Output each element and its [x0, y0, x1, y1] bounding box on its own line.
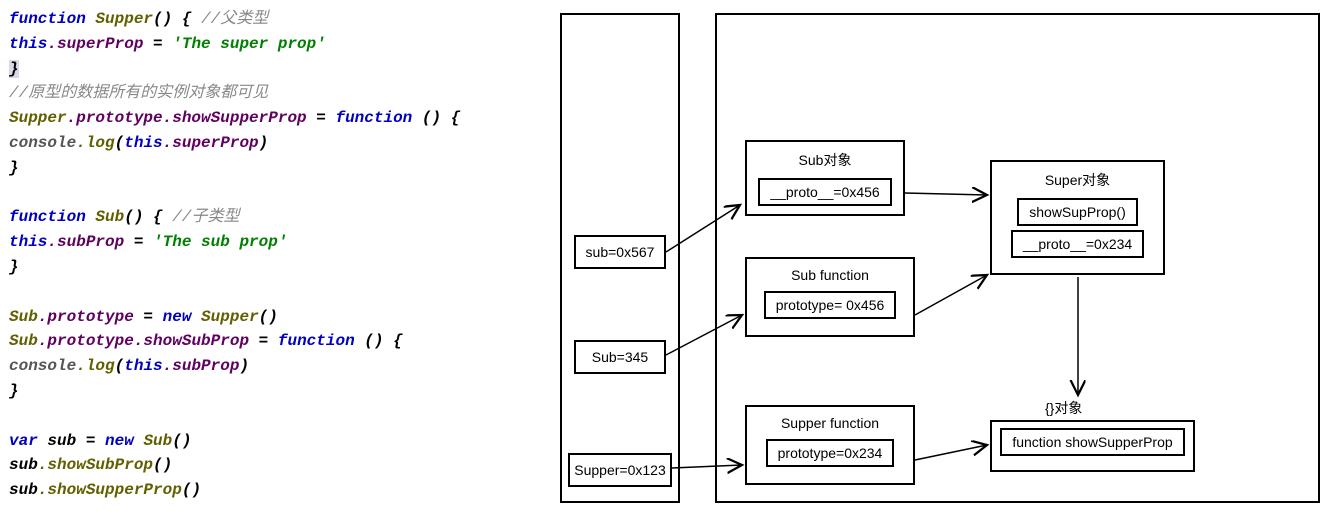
box-title: Super对象 [1045, 170, 1110, 190]
kw: function [9, 10, 86, 28]
kw: function [335, 109, 412, 127]
stack-Supper: Supper=0x123 [568, 453, 672, 487]
var: sub [9, 481, 38, 499]
proto-slot: __proto__=0x234 [1011, 230, 1144, 258]
op: = [76, 432, 105, 450]
empty-object-box: function showSupperProp [990, 420, 1195, 472]
box-title: Sub function [791, 267, 869, 283]
this: this [124, 134, 162, 152]
box-title: Sub对象 [799, 150, 852, 170]
label: sub=0x567 [586, 244, 655, 260]
prototype-slot: prototype=0x234 [766, 439, 895, 467]
kw: new [105, 432, 134, 450]
kw: function [9, 208, 86, 226]
p: () [182, 481, 201, 499]
p: ) [239, 357, 249, 375]
obj: console [9, 357, 76, 375]
super-object-box: Super对象 showSupProp() __proto__=0x234 [990, 160, 1165, 275]
punct: () { [355, 332, 403, 350]
this: this [124, 357, 162, 375]
box-title: Supper function [781, 415, 879, 431]
prop: .prototype [67, 109, 163, 127]
p: ( [115, 134, 125, 152]
op: = [124, 233, 153, 251]
proto-slot: __proto__=0x456 [758, 178, 891, 206]
label: Supper=0x123 [574, 462, 665, 478]
p: () [259, 308, 278, 326]
p: ( [115, 357, 125, 375]
str: 'The super prop' [172, 35, 326, 53]
stack-Sub: Sub=345 [574, 340, 666, 374]
id: Sub [9, 332, 38, 350]
prop: .showSubProp [134, 332, 249, 350]
op: = [249, 332, 278, 350]
brace: } [9, 382, 19, 400]
kw: function [278, 332, 355, 350]
punct: () { [124, 208, 162, 226]
p: ) [259, 134, 269, 152]
brace: } [9, 159, 19, 177]
fn-name: Sub [95, 208, 124, 226]
id: Sub [9, 308, 38, 326]
method: .log [76, 357, 114, 375]
comment: //父类型 [201, 10, 268, 28]
method-slot: showSupProp() [1017, 198, 1138, 226]
method: .log [76, 134, 114, 152]
p: () [153, 456, 172, 474]
kw: new [163, 308, 192, 326]
stack-sub: sub=0x567 [574, 235, 666, 269]
p: () [172, 432, 191, 450]
diagram-pane: sub=0x567 Sub=345 Supper=0x123 Sub对象 __p… [550, 5, 1324, 522]
str: 'The sub prop' [153, 233, 287, 251]
this: this [9, 233, 47, 251]
punct: () { [412, 109, 460, 127]
id: Supper [9, 109, 67, 127]
prop: .prototype [38, 308, 134, 326]
prop: .subProp [47, 233, 124, 251]
op: = [307, 109, 336, 127]
comment: //子类型 [172, 208, 239, 226]
id: Sub [134, 432, 172, 450]
label: Sub=345 [592, 349, 648, 365]
op: = [134, 308, 163, 326]
fn-slot: function showSupperProp [1000, 428, 1184, 456]
op: = [143, 35, 172, 53]
var: sub [9, 456, 38, 474]
prop: .prototype [38, 332, 134, 350]
prop: .superProp [163, 134, 259, 152]
brace: } [9, 258, 19, 276]
brace: } [9, 60, 19, 78]
kw: var [9, 432, 38, 450]
method: .showSupperProp [38, 481, 182, 499]
punct: () { [153, 10, 191, 28]
empty-object-label: {}对象 [1045, 398, 1082, 418]
prototype-slot: prototype= 0x456 [764, 291, 897, 319]
var: sub [38, 432, 76, 450]
fn-name: Supper [95, 10, 153, 28]
prop: .showSupperProp [163, 109, 307, 127]
supper-function-box: Supper function prototype=0x234 [745, 405, 915, 485]
comment: //原型的数据所有的实例对象都可见 [9, 84, 268, 102]
this: this [9, 35, 47, 53]
method: .showSubProp [38, 456, 153, 474]
prop: .subProp [163, 357, 240, 375]
id: Supper [191, 308, 258, 326]
obj: console [9, 134, 76, 152]
sub-function-box: Sub function prototype= 0x456 [745, 257, 915, 337]
prop: .superProp [47, 35, 143, 53]
sub-object-box: Sub对象 __proto__=0x456 [745, 140, 905, 216]
code-pane: function Supper() { //父类型 this.superProp… [5, 5, 550, 522]
